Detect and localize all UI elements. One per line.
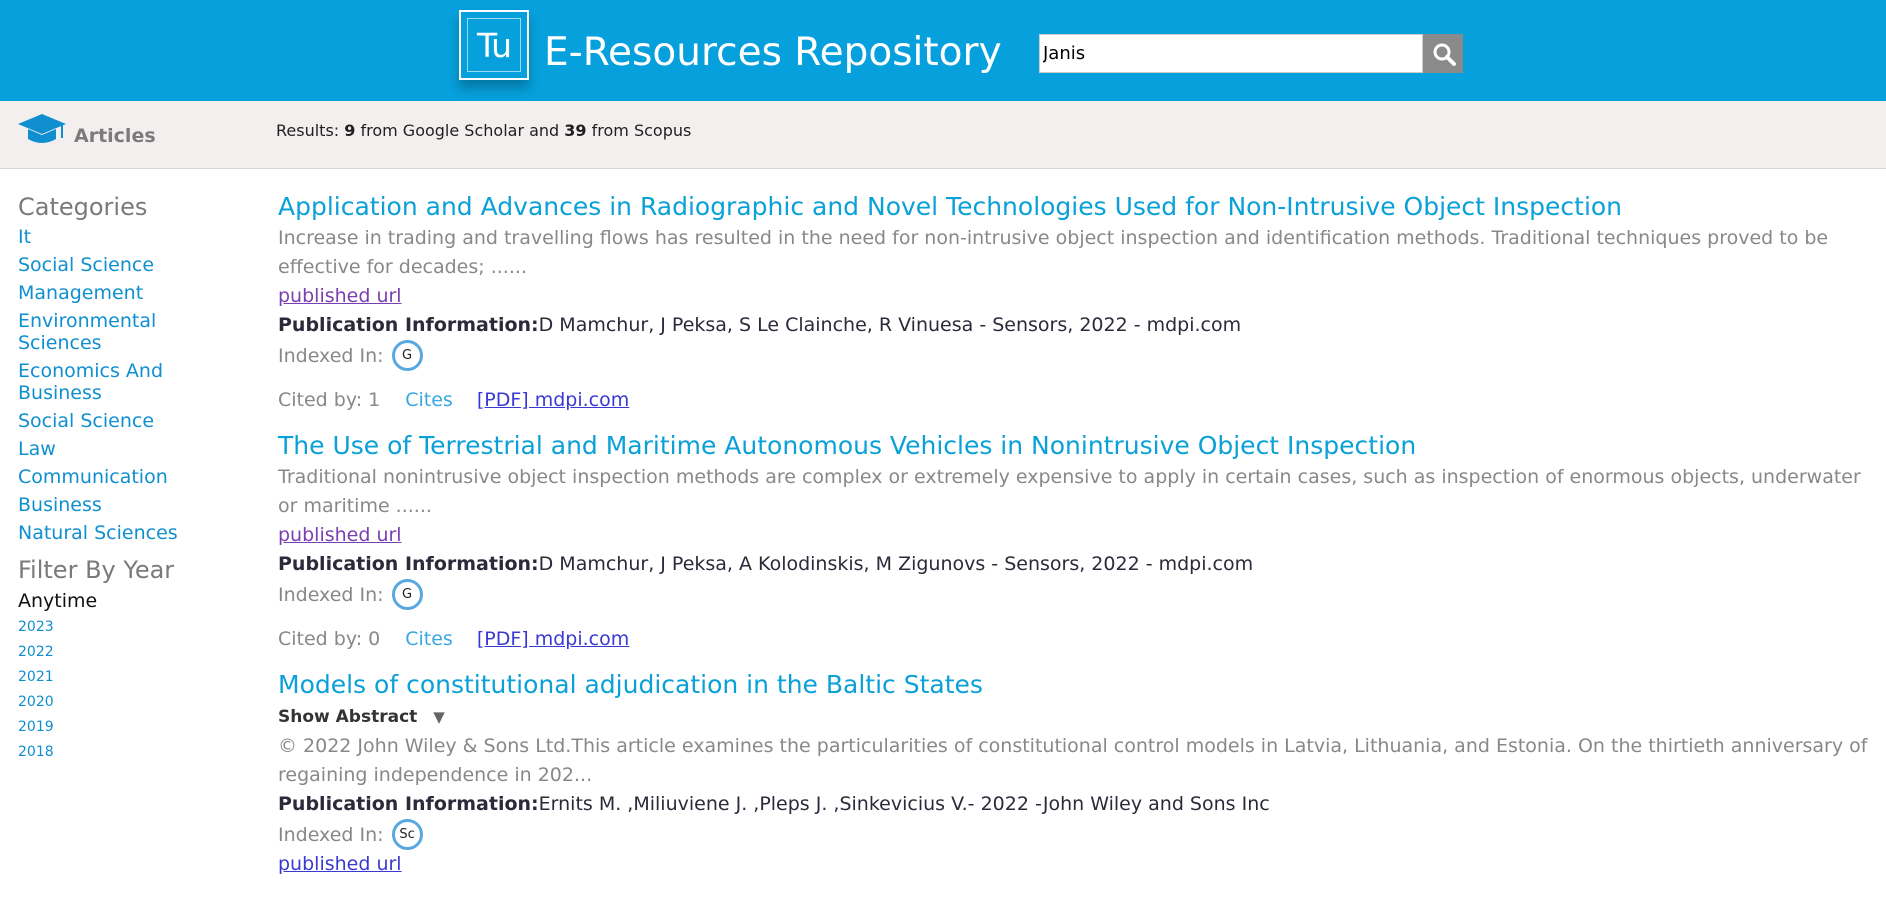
show-abstract-toggle[interactable]: Show Abstract ▼ [278, 702, 1868, 732]
year-filter-item[interactable]: 2022 [18, 640, 218, 665]
category-item[interactable]: Law [18, 438, 218, 460]
article-title[interactable]: The Use of Terrestrial and Maritime Auto… [278, 429, 1868, 463]
google-scholar-badge: G [391, 340, 423, 371]
publication-info-value: Ernits M. ,Miliuviene J. ,Pleps J. ,Sink… [538, 793, 1270, 815]
pdf-link[interactable]: [PDF] mdpi.com [477, 385, 629, 415]
article-abstract: © 2022 John Wiley & Sons Ltd.This articl… [278, 735, 1868, 786]
filter-year-heading: Filter By Year [18, 556, 175, 584]
search-icon [1433, 43, 1456, 66]
year-filter-item[interactable]: 2019 [18, 715, 218, 740]
year-filter-item[interactable]: 2021 [18, 665, 218, 690]
article-card: The Use of Terrestrial and Maritime Auto… [278, 429, 1868, 654]
category-item[interactable]: Communication [18, 466, 218, 488]
category-item[interactable]: Environmental Sciences [18, 310, 218, 354]
site-logo[interactable]: Tu [459, 10, 529, 80]
published-url-link[interactable]: published url [278, 282, 402, 311]
publication-info-value: D Mamchur, J Peksa, A Kolodinskis, M Zig… [538, 553, 1254, 575]
cited-by-count: Cited by: 0 [278, 628, 381, 650]
indexed-in-label: Indexed In: [278, 344, 384, 367]
search-button[interactable] [1423, 34, 1463, 73]
indexed-in: Indexed In: G [278, 340, 1868, 371]
indexed-in-label: Indexed In: [278, 823, 384, 846]
indexed-in: Indexed In: G [278, 579, 1868, 610]
section-bar: Articles Results: 9 from Google Scholar … [0, 101, 1886, 169]
scopus-badge: Sc [391, 819, 423, 850]
published-url-link[interactable]: published url [278, 521, 402, 550]
results-prefix: Results: [276, 121, 345, 140]
pdf-link[interactable]: [PDF] mdpi.com [477, 624, 629, 654]
year-filter-item[interactable]: 2023 [18, 615, 218, 640]
publication-info: Publication Information:D Mamchur, J Pek… [278, 311, 1868, 340]
article-abstract: Increase in trading and travelling flows… [278, 227, 1829, 278]
article-card: Models of constitutional adjudication in… [278, 668, 1868, 879]
google-scholar-badge: G [391, 579, 423, 610]
scholar-count: 9 [344, 121, 356, 140]
article-abstract: Traditional nonintrusive object inspecti… [278, 466, 1861, 517]
cites-link[interactable]: Cites [405, 385, 453, 415]
citation-row: Cited by: 1 Cites [PDF] mdpi.com [278, 385, 1868, 415]
scopus-count: 39 [564, 121, 587, 140]
published-url-link[interactable]: published url [278, 850, 402, 879]
publication-info-label: Publication Information: [278, 553, 539, 575]
categories-heading: Categories [18, 193, 148, 221]
indexed-in-label: Indexed In: [278, 583, 384, 606]
citation-row: Cited by: 0 Cites [PDF] mdpi.com [278, 624, 1868, 654]
logo-text: Tu [467, 18, 521, 72]
cited-by-count: Cited by: 1 [278, 389, 381, 411]
publication-info-value: D Mamchur, J Peksa, S Le Clainche, R Vin… [538, 314, 1242, 336]
category-item[interactable]: Natural Sciences [18, 522, 218, 544]
header-bar: Tu E-Resources Repository [0, 0, 1886, 101]
publication-info: Publication Information:D Mamchur, J Pek… [278, 550, 1868, 579]
category-item[interactable]: Management [18, 282, 218, 304]
results-summary: Results: 9 from Google Scholar and 39 fr… [276, 121, 691, 140]
article-title[interactable]: Application and Advances in Radiographic… [278, 190, 1868, 224]
site-title[interactable]: E-Resources Repository [544, 28, 1002, 78]
sidebar: Categories It Social Science Management … [18, 190, 218, 765]
indexed-in: Indexed In: Sc [278, 819, 1868, 850]
section-title: Articles [74, 125, 156, 147]
article-title[interactable]: Models of constitutional adjudication in… [278, 668, 1868, 702]
category-item[interactable]: Social Science [18, 254, 218, 276]
category-item[interactable]: Business [18, 494, 218, 516]
category-item[interactable]: Economics And Business [18, 360, 218, 404]
category-item[interactable]: Social Science [18, 410, 218, 432]
graduation-cap-icon [18, 114, 66, 143]
cites-link[interactable]: Cites [405, 624, 453, 654]
category-list: It Social Science Management Environment… [18, 226, 218, 544]
year-filter-item[interactable]: 2020 [18, 690, 218, 715]
year-filter-item[interactable]: 2018 [18, 740, 218, 765]
year-filter-anytime[interactable]: Anytime [18, 589, 218, 613]
triangle-down-icon: ▼ [433, 708, 445, 726]
scopus-text: from Scopus [586, 121, 692, 140]
publication-info-label: Publication Information: [278, 793, 539, 815]
search-input[interactable] [1039, 34, 1423, 73]
show-abstract-label: Show Abstract [278, 707, 418, 727]
publication-info-label: Publication Information: [278, 314, 539, 336]
article-card: Application and Advances in Radiographic… [278, 190, 1868, 415]
scholar-text: from Google Scholar and [355, 121, 565, 140]
category-item[interactable]: It [18, 226, 218, 248]
results-list: Application and Advances in Radiographic… [278, 190, 1868, 879]
year-list: 2023 2022 2021 2020 2019 2018 [18, 615, 218, 765]
publication-info: Publication Information:Ernits M. ,Miliu… [278, 790, 1868, 819]
